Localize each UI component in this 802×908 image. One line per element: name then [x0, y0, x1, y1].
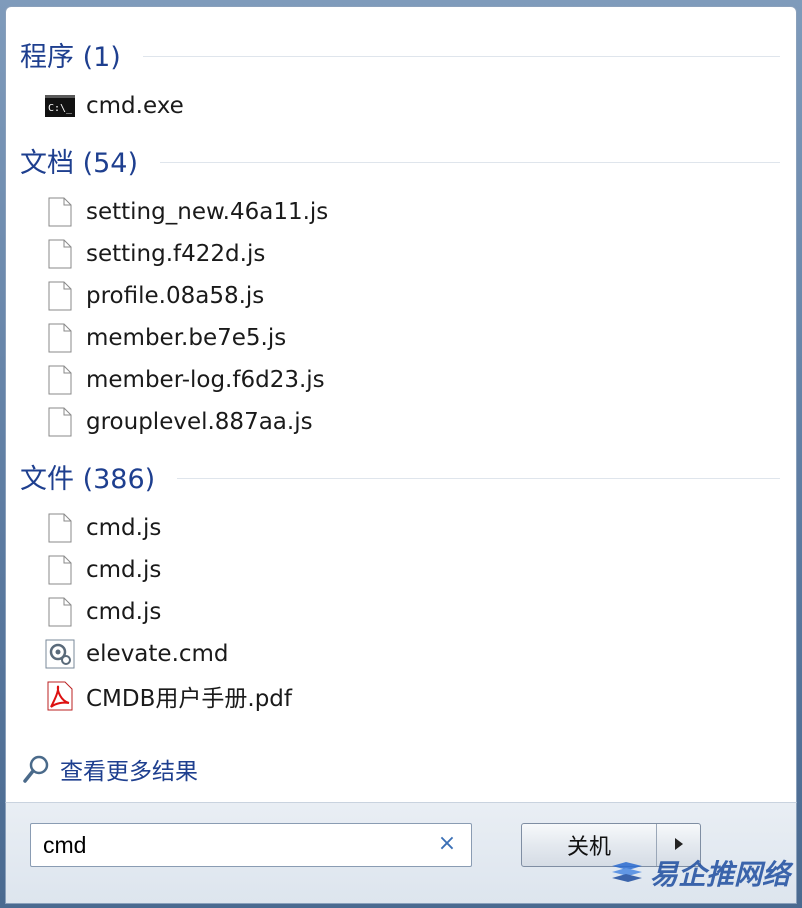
- see-more-label: 查看更多结果: [60, 759, 198, 785]
- item-label: grouplevel.887aa.js: [86, 409, 313, 435]
- watermark-text: 易企推网络: [649, 858, 790, 891]
- group-divider: [177, 477, 780, 479]
- item-label: profile.08a58.js: [86, 283, 265, 309]
- result-item[interactable]: member-log.f6d23.js: [44, 360, 744, 400]
- svg-text:C:\_: C:\_: [48, 103, 73, 114]
- file-icon: [44, 406, 76, 438]
- group-divider: [160, 161, 780, 163]
- logo-icon: [610, 860, 644, 886]
- result-item[interactable]: grouplevel.887aa.js: [44, 402, 744, 442]
- item-label: setting_new.46a11.js: [86, 199, 329, 225]
- file-icon: [44, 322, 76, 354]
- result-item[interactable]: profile.08a58.js: [44, 276, 744, 316]
- result-item[interactable]: CMDB用户手册.pdf: [44, 676, 744, 716]
- gear-file-icon: [44, 638, 76, 670]
- start-menu-frame: 程序 (1) C:\_ cmd.exe 文档 (54) setting_new.…: [0, 0, 802, 908]
- item-label: cmd.js: [86, 557, 162, 583]
- file-icon: [44, 238, 76, 270]
- bottom-bar: × 关机 易企推网络: [5, 802, 797, 904]
- group-title: 文档 (54): [20, 147, 139, 179]
- file-icon: [44, 280, 76, 312]
- result-item[interactable]: cmd.js: [44, 508, 744, 548]
- item-label: CMDB用户手册.pdf: [86, 686, 293, 712]
- file-icon: [44, 196, 76, 228]
- result-item[interactable]: member.be7e5.js: [44, 318, 744, 358]
- result-item[interactable]: setting_new.46a11.js: [44, 192, 744, 232]
- result-item[interactable]: cmd.js: [44, 550, 744, 590]
- item-label: elevate.cmd: [86, 641, 229, 667]
- watermark: 易企推网络: [610, 853, 790, 893]
- search-results-panel: 程序 (1) C:\_ cmd.exe 文档 (54) setting_new.…: [5, 6, 797, 804]
- result-item[interactable]: setting.f422d.js: [44, 234, 744, 274]
- item-label: cmd.exe: [86, 93, 184, 119]
- group-title: 程序 (1): [20, 41, 121, 73]
- triangle-right-icon: [674, 836, 684, 855]
- pdf-icon: [44, 680, 76, 712]
- group-header-documents[interactable]: 文档 (54): [20, 140, 780, 180]
- file-icon: [44, 554, 76, 586]
- item-label: cmd.js: [86, 599, 162, 625]
- item-label: member.be7e5.js: [86, 325, 287, 351]
- item-label: setting.f422d.js: [86, 241, 266, 267]
- group-header-programs[interactable]: 程序 (1): [20, 34, 780, 74]
- item-label: member-log.f6d23.js: [86, 367, 325, 393]
- search-box[interactable]: ×: [30, 823, 472, 867]
- close-icon[interactable]: ×: [435, 832, 459, 856]
- result-item-cmd-exe[interactable]: C:\_ cmd.exe: [44, 86, 744, 126]
- file-icon: [44, 596, 76, 628]
- result-item[interactable]: elevate.cmd: [44, 634, 744, 674]
- group-title: 文件 (386): [20, 463, 156, 495]
- search-icon: [20, 753, 52, 785]
- result-item[interactable]: cmd.js: [44, 592, 744, 632]
- cmd-icon: C:\_: [44, 90, 76, 122]
- group-divider: [142, 55, 780, 57]
- search-input[interactable]: [41, 830, 425, 860]
- file-icon: [44, 512, 76, 544]
- file-icon: [44, 364, 76, 396]
- item-label: cmd.js: [86, 515, 162, 541]
- see-more-results-link[interactable]: 查看更多结果: [20, 749, 198, 789]
- group-header-files[interactable]: 文件 (386): [20, 456, 780, 496]
